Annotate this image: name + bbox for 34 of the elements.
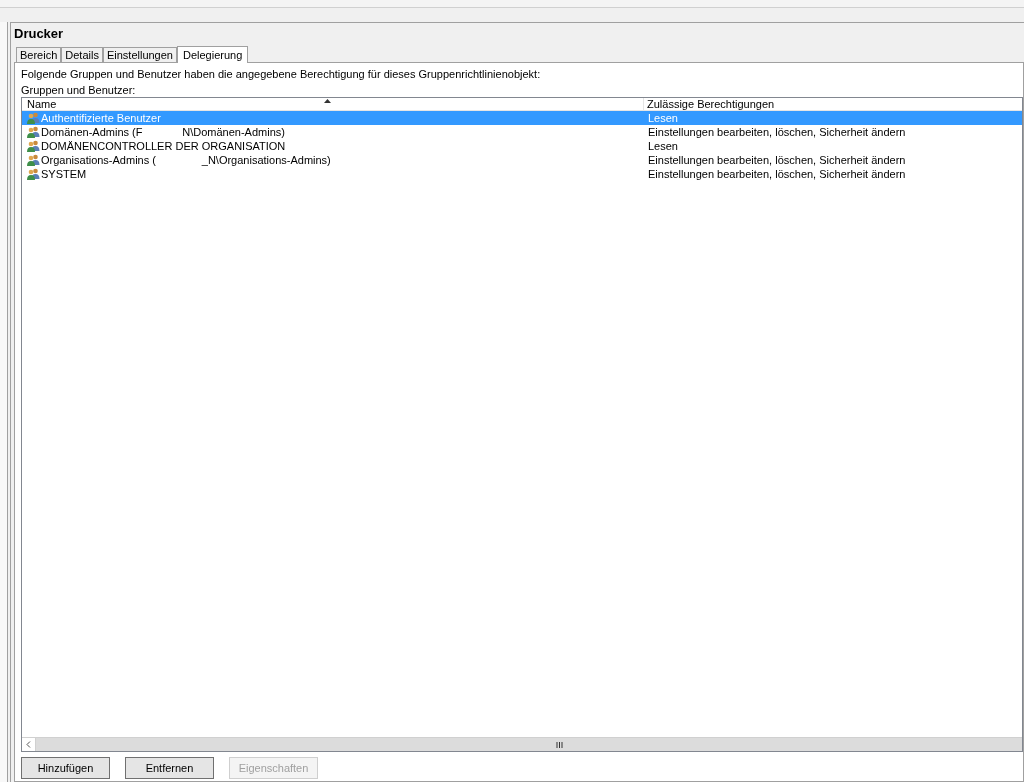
action-button[interactable]: Hinzufügen: [21, 757, 110, 779]
permission-text: Einstellungen bearbeiten, löschen, Sicherheit ändern: [647, 153, 906, 167]
list-row[interactable]: SYSTEM Einstellungen bearbeiten, löschen, Sicherheit ändern: [22, 167, 1022, 181]
list-row[interactable]: DOMÄNENCONTROLLER DER ORGANISATION Lesen: [22, 139, 1022, 153]
permission-text: Lesen: [647, 111, 678, 125]
chevron-left-icon: [26, 741, 31, 748]
column-header[interactable]: Zulässige Berechtigungen: [644, 98, 1022, 110]
users-icon: [27, 140, 40, 152]
group-name: Domänen-Admins (F N\Domänen-Admins): [41, 125, 285, 139]
users-icon: [27, 112, 40, 124]
group-name: DOMÄNENCONTROLLER DER ORGANISATION: [41, 139, 286, 153]
description-text: Folgende Gruppen und Benutzer haben die angegebene Berechtigung für dieses Gruppenrichtlinienobjekt:: [21, 67, 542, 82]
list-row[interactable]: Domänen-Admins (F N\Domänen-Admins) Einstellungen bearbeiten, löschen, Sicherheit ändern: [22, 125, 1022, 139]
list-label: Gruppen und Benutzer:: [21, 83, 137, 97]
group-name: SYSTEM: [41, 167, 87, 181]
action-button[interactable]: Entfernen: [125, 757, 214, 779]
tab[interactable]: Bereich: [16, 47, 62, 62]
list-row[interactable]: Organisations-Admins ( _N\Organisations-Admins) Einstellungen bearbeiten, löschen, Sicherheit ändern: [22, 153, 1022, 167]
column-header[interactable]: Name: [22, 98, 644, 110]
permission-text: Lesen: [647, 139, 678, 153]
horizontal-scrollbar[interactable]: [22, 737, 1022, 751]
users-icon: [27, 168, 40, 180]
permission-text: Einstellungen bearbeiten, löschen, Sicherheit ändern: [647, 167, 906, 181]
tab[interactable]: Details: [61, 47, 103, 62]
panel-title: Drucker: [14, 27, 65, 41]
group-name: Authentifizierte Benutzer: [41, 111, 161, 125]
sort-up-icon: [324, 99, 331, 103]
group-name: Organisations-Admins ( _N\Organisations-Admins): [41, 153, 331, 167]
grip-icon: [556, 741, 563, 748]
tab[interactable]: Einstellungen: [102, 47, 177, 62]
users-icon: [27, 126, 40, 138]
permission-text: Einstellungen bearbeiten, löschen, Sicherheit ändern: [647, 125, 906, 139]
tab[interactable]: Delegierung: [177, 46, 249, 63]
users-icon: [27, 154, 40, 166]
